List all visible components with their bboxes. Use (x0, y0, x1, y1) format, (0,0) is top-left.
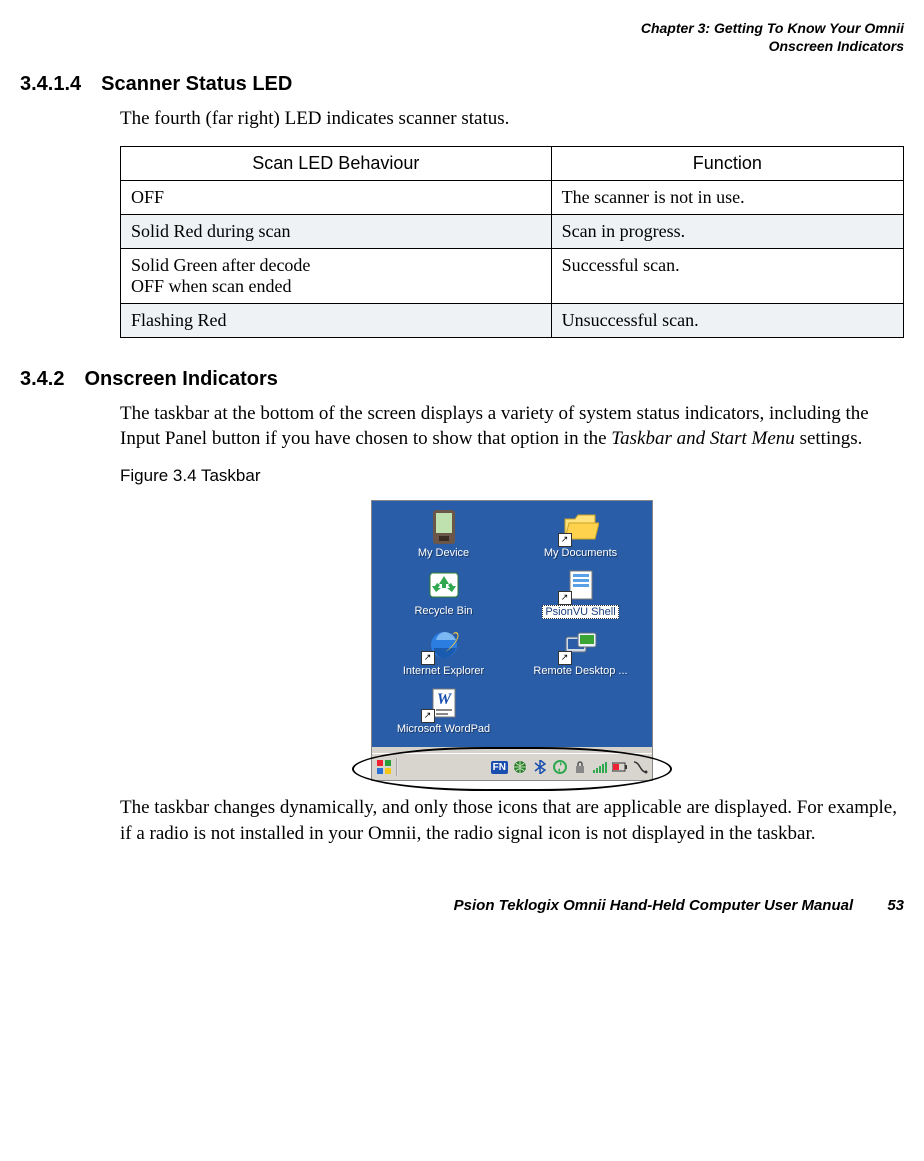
th-behaviour: Scan LED Behaviour (121, 146, 552, 180)
sync-icon[interactable] (552, 759, 568, 775)
table-cell: Flashing Red (121, 303, 552, 337)
recycle-icon (427, 570, 461, 600)
page-header: Chapter 3: Getting To Know Your Omnii On… (20, 20, 904, 55)
desktop-icon-my-device[interactable]: My Device (378, 509, 509, 559)
table-cell: Scan in progress. (551, 214, 903, 248)
svg-text:W: W (436, 691, 452, 708)
shortcut-badge-icon: ↗ (421, 651, 435, 665)
shortcut-badge-icon: ↗ (421, 709, 435, 723)
header-chapter: Chapter 3: Getting To Know Your Omnii (20, 20, 904, 38)
sec1-intro: The fourth (far right) LED indicates sca… (120, 106, 904, 132)
pda-icon (431, 510, 457, 544)
icon-label: Internet Explorer (403, 665, 484, 677)
heading-3-4-1-4: 3.4.1.4 Scanner Status LED (20, 73, 904, 96)
battery-icon[interactable] (612, 759, 628, 775)
shortcut-badge-icon: ↗ (558, 533, 572, 547)
input-panel-icon[interactable] (632, 759, 648, 775)
icon-label: Recycle Bin (414, 605, 472, 617)
signal-bars-icon[interactable] (592, 759, 608, 775)
table-cell: Unsuccessful scan. (551, 303, 903, 337)
desktop-icon-remote-desktop[interactable]: ↗ Remote Desktop ... (515, 627, 646, 677)
desktop-area: My Device ↗ My Documents Recycle B (372, 501, 652, 747)
icon-label: Remote Desktop ... (533, 665, 627, 677)
icon-label: Microsoft WordPad (397, 723, 490, 735)
table-cell: The scanner is not in use. (551, 180, 903, 214)
shortcut-badge-icon: ↗ (558, 651, 572, 665)
table-cell: Solid Green after decode OFF when scan e… (121, 248, 552, 303)
th-function: Function (551, 146, 903, 180)
heading-title: Scanner Status LED (101, 73, 292, 96)
sec2-para1: The taskbar at the bottom of the screen … (120, 401, 904, 452)
heading-title: Onscreen Indicators (84, 368, 277, 391)
taskbar-divider (396, 758, 398, 776)
figure-3-4: My Device ↗ My Documents Recycle B (120, 500, 904, 781)
bluetooth-icon[interactable] (532, 759, 548, 775)
taskbar[interactable]: FN (372, 753, 652, 780)
globe-icon[interactable] (512, 759, 528, 775)
table-cell: Successful scan. (551, 248, 903, 303)
heading-3-4-2: 3.4.2 Onscreen Indicators (20, 368, 904, 391)
desktop-icon-my-documents[interactable]: ↗ My Documents (515, 509, 646, 559)
device-screenshot: My Device ↗ My Documents Recycle B (371, 500, 653, 781)
desktop-icon-recycle-bin[interactable]: Recycle Bin (378, 567, 509, 619)
fn-key-indicator-icon: FN (491, 761, 508, 774)
header-section: Onscreen Indicators (20, 38, 904, 56)
icon-label: PsionVU Shell (542, 605, 618, 619)
desktop-icon-internet-explorer[interactable]: ↗ Internet Explorer (378, 627, 509, 677)
table-cell: OFF (121, 180, 552, 214)
icon-label: My Documents (544, 547, 617, 559)
lock-icon[interactable] (572, 759, 588, 775)
footer-title: Psion Teklogix Omnii Hand-Held Computer … (454, 897, 854, 914)
start-flag-icon[interactable] (376, 759, 392, 775)
heading-number: 3.4.1.4 (20, 73, 81, 96)
icon-label: My Device (418, 547, 469, 559)
figure-label: Figure 3.4 Taskbar (120, 466, 904, 486)
heading-number: 3.4.2 (20, 368, 64, 391)
page-footer: Psion Teklogix Omnii Hand-Held Computer … (20, 897, 904, 914)
table-cell: Solid Red during scan (121, 214, 552, 248)
scan-led-table: Scan LED Behaviour Function OFF The scan… (120, 146, 904, 338)
desktop-icon-wordpad[interactable]: W ↗ Microsoft WordPad (378, 685, 509, 735)
page-number: 53 (887, 897, 904, 914)
desktop-icon-psionvu-shell[interactable]: ↗ PsionVU Shell (515, 567, 646, 619)
sec2-para2: The taskbar changes dynamically, and onl… (120, 795, 904, 846)
shortcut-badge-icon: ↗ (558, 591, 572, 605)
